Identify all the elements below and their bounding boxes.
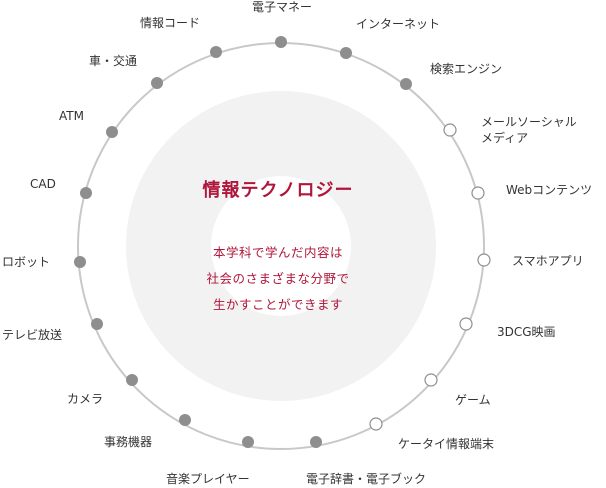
field-label-smartphone-app: スマホアプリ	[512, 254, 584, 268]
ring-marker-filled	[91, 318, 103, 330]
field-label-office-equipment: 事務機器	[104, 435, 153, 449]
ring-marker-open	[424, 373, 438, 387]
field-label-internet: インターネット	[356, 17, 441, 31]
center-description-line: 生かすことができます	[212, 297, 343, 312]
ring-marker-filled	[275, 36, 287, 48]
field-label-search-engine: 検索エンジン	[430, 62, 503, 76]
field-label-web-content: Webコンテンツ	[506, 183, 593, 197]
field-label-electronic-money: 電子マネー	[252, 0, 313, 14]
ring-marker-filled	[310, 436, 322, 448]
ring-marker-filled	[179, 414, 191, 426]
field-label-cad: CAD	[30, 177, 56, 191]
ring-marker-open	[477, 253, 491, 267]
ring-marker-open	[471, 186, 485, 200]
field-label-car-transport: 車・交通	[89, 54, 138, 68]
ring-marker-filled	[106, 126, 118, 138]
field-label-3dcg-film: 3DCG映画	[497, 325, 556, 339]
field-label-info-code: 情報コード	[140, 16, 201, 30]
ring-marker-filled	[151, 77, 163, 89]
ring-marker-filled	[74, 256, 86, 268]
ring-marker-filled	[400, 78, 412, 90]
ring-marker-filled	[242, 436, 254, 448]
ring-marker-filled	[126, 374, 138, 386]
ring-marker-open	[369, 417, 383, 431]
field-label-robot: ロボット	[2, 255, 51, 269]
ring-marker-filled	[80, 187, 92, 199]
field-label-camera: カメラ	[67, 392, 104, 406]
field-label-music-player: 音楽プレイヤー	[166, 472, 250, 486]
center-description-line: 本学科で学んだ内容は	[212, 245, 343, 260]
field-label-mobile-device: ケータイ情報端末	[398, 437, 495, 451]
field-label-atm: ATM	[59, 109, 84, 123]
ring-marker-open	[443, 123, 457, 137]
center-description-line: 社会のさまざまな分野で	[206, 271, 350, 286]
diagram-canvas: 情報テクノロジー 本学科で学んだ内容は 社会のさまざまな分野で 生かすことができ…	[0, 0, 606, 488]
field-label-e-dictionary-ebook: 電子辞書・電子ブック	[306, 472, 427, 486]
field-label-mail-social-media: メールソーシャル メディア	[481, 115, 577, 145]
ring-marker-filled	[210, 46, 222, 58]
center-description: 本学科で学んだ内容は 社会のさまざまな分野で 生かすことができます	[153, 240, 403, 318]
ring-marker-filled	[340, 47, 352, 59]
center-title: 情報テクノロジー	[202, 180, 354, 201]
field-label-tv-broadcast: テレビ放送	[2, 328, 63, 342]
field-label-game: ゲーム	[455, 393, 491, 407]
ring-marker-open	[459, 317, 473, 331]
